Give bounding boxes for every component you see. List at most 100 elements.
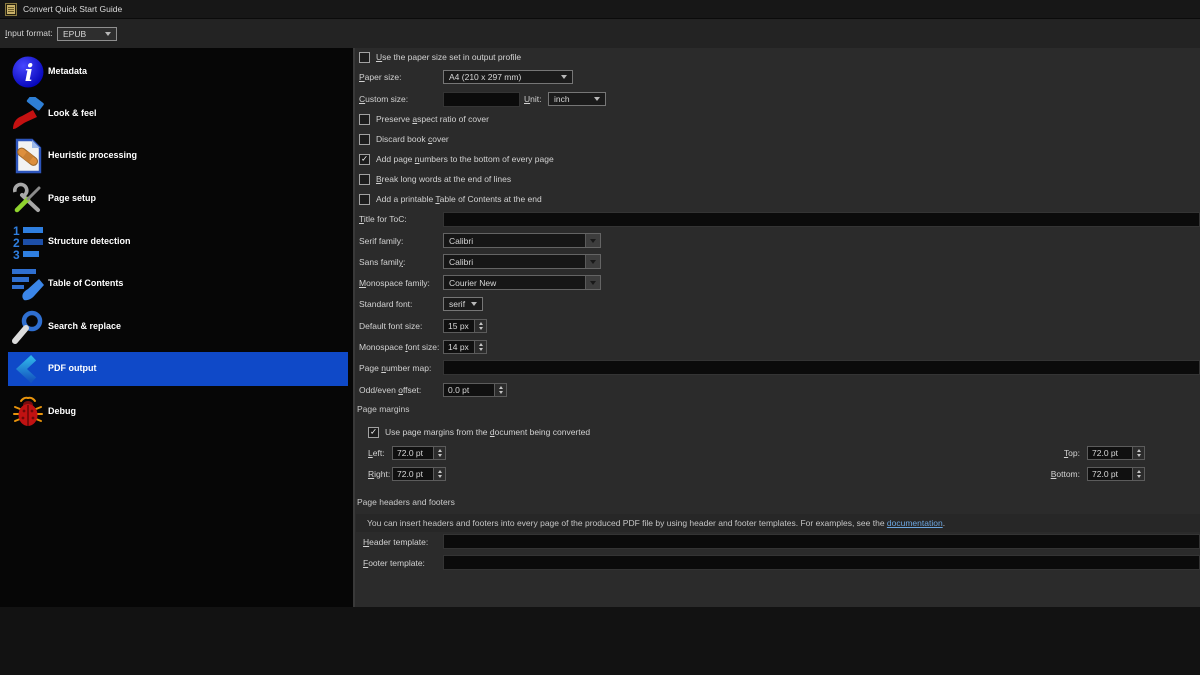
sans-family-dropdown[interactable]: Calibri: [443, 254, 601, 269]
default-font-size-spinner[interactable]: 15 px: [443, 319, 487, 333]
checkbox-label: Break long words at the end of lines: [376, 174, 511, 184]
checkbox-use-document-margins[interactable]: ✓ Use page margins from the document bei…: [368, 425, 590, 439]
sidebar-item-pdf-output[interactable]: PDF output: [8, 352, 348, 386]
monospace-family-value: Courier New: [449, 278, 496, 288]
checkbox-box[interactable]: ✓: [368, 427, 379, 438]
margin-left-label-row: Left:: [368, 446, 385, 460]
margin-top-spinner[interactable]: 72.0 pt: [1087, 446, 1145, 460]
input-format-label: Input format:: [5, 28, 53, 38]
monospace-family-dropdown[interactable]: Courier New: [443, 275, 601, 290]
input-format-value: EPUB: [63, 29, 86, 39]
spin-down-icon: [1137, 475, 1141, 478]
unit-value: inch: [554, 94, 570, 104]
page-number-map-label: Page number map:: [359, 363, 431, 373]
toc-title-label: Title for ToC:: [359, 214, 407, 224]
spin-down-icon: [479, 327, 483, 330]
checkbox-box[interactable]: [359, 174, 370, 185]
sidebar-item-label: Table of Contents: [48, 277, 123, 290]
spin-up-icon: [479, 343, 483, 346]
spin-down-icon: [1137, 454, 1141, 457]
margin-left-value: 72.0 pt: [393, 447, 433, 459]
custom-size-input[interactable]: [443, 92, 520, 107]
input-format-dropdown[interactable]: EPUB: [57, 27, 117, 41]
checkbox-label: Use the paper size set in output profile: [376, 52, 521, 62]
sidebar-item-label: Look & feel: [48, 107, 97, 120]
sidebar-item-search-replace[interactable]: Search & replace: [8, 307, 348, 347]
serif-family-label-row: Serif family:: [359, 234, 403, 248]
chevron-down-icon: [590, 239, 596, 243]
svg-text:i: i: [25, 60, 34, 87]
checkbox-box[interactable]: [359, 134, 370, 145]
default-font-size-label: Default font size:: [359, 321, 422, 331]
sidebar-item-table-of-contents[interactable]: Table of Contents: [8, 264, 348, 304]
checkbox-label: Add a printable Table of Contents at the…: [376, 194, 542, 204]
dropdown-button[interactable]: [585, 255, 600, 268]
margin-left-spinner[interactable]: 72.0 pt: [392, 446, 446, 460]
paper-size-label: Paper size:: [359, 72, 402, 82]
monospace-font-size-label: Monospace font size:: [359, 342, 439, 352]
sidebar-item-structure-detection[interactable]: 123 Structure detection: [8, 222, 348, 262]
checkbox-break-long-words[interactable]: Break long words at the end of lines: [359, 172, 511, 186]
checkbox-preserve-aspect-ratio[interactable]: Preserve aspect ratio of cover: [359, 112, 489, 126]
checkbox-box[interactable]: [359, 194, 370, 205]
sidebar-item-label: Metadata: [48, 65, 87, 78]
margin-right-value: 72.0 pt: [393, 468, 433, 480]
spinner-buttons[interactable]: [1132, 468, 1144, 480]
page-headers-footers-group-label: Page headers and footers: [357, 495, 455, 509]
footer-template-label: Footer template:: [363, 558, 425, 568]
page-number-map-input[interactable]: [443, 360, 1200, 375]
odd-even-offset-label-row: Odd/even offset:: [359, 383, 421, 397]
odd-even-offset-spinner[interactable]: 0.0 pt: [443, 383, 507, 397]
sidebar-item-metadata[interactable]: i Metadata: [8, 52, 348, 92]
spinner-buttons[interactable]: [433, 468, 445, 480]
toc-hand-icon: [8, 267, 48, 301]
svg-text:3: 3: [13, 248, 20, 260]
header-template-input[interactable]: [443, 534, 1200, 549]
toc-title-input[interactable]: [443, 212, 1200, 227]
odd-even-offset-value: 0.0 pt: [444, 384, 494, 396]
sidebar-item-label: Heuristic processing: [48, 149, 137, 162]
chevron-left-icon: [8, 355, 48, 383]
checkbox-box[interactable]: [359, 114, 370, 125]
unit-dropdown[interactable]: inch: [548, 92, 606, 106]
margin-left-label: Left:: [368, 448, 385, 458]
documentation-link[interactable]: documentation: [887, 518, 943, 528]
spinner-buttons[interactable]: [474, 341, 486, 353]
sidebar-item-page-setup[interactable]: Page setup: [8, 179, 348, 219]
margin-bottom-spinner[interactable]: 72.0 pt: [1087, 467, 1145, 481]
sidebar-item-look-and-feel[interactable]: Look & feel: [8, 94, 348, 134]
dropdown-button[interactable]: [585, 276, 600, 289]
paper-size-label-row: Paper size:: [359, 70, 402, 84]
paper-size-dropdown[interactable]: A4 (210 x 297 mm): [443, 70, 573, 84]
monospace-font-size-spinner[interactable]: 14 px: [443, 340, 487, 354]
footer-template-input[interactable]: [443, 555, 1200, 570]
sans-family-label: Sans family:: [359, 257, 405, 267]
unit-label-row: Unit:: [524, 92, 541, 106]
checkbox-printable-toc[interactable]: Add a printable Table of Contents at the…: [359, 192, 542, 206]
spinner-buttons[interactable]: [474, 320, 486, 332]
spinner-buttons[interactable]: [1132, 447, 1144, 459]
margin-right-spinner[interactable]: 72.0 pt: [392, 467, 446, 481]
magnifier-icon: [8, 310, 48, 344]
sidebar-item-debug[interactable]: Debug: [8, 392, 348, 432]
dropdown-button[interactable]: [585, 234, 600, 247]
description-period: .: [943, 518, 945, 528]
sidebar-item-label: PDF output: [48, 362, 97, 375]
checkbox-discard-cover[interactable]: Discard book cover: [359, 132, 449, 146]
serif-family-dropdown[interactable]: Calibri: [443, 233, 601, 248]
serif-family-label: Serif family:: [359, 236, 403, 246]
checkbox-box[interactable]: ✓: [359, 154, 370, 165]
unit-label: Unit:: [524, 94, 541, 104]
margin-bottom-label: Bottom:: [1051, 469, 1080, 479]
paintbrush-icon: [8, 97, 48, 131]
checkbox-add-page-numbers[interactable]: ✓ Add page numbers to the bottom of ever…: [359, 152, 554, 166]
margin-top-value: 72.0 pt: [1088, 447, 1132, 459]
default-font-size-label-row: Default font size:: [359, 319, 422, 333]
checkbox-label: Add page numbers to the bottom of every …: [376, 154, 554, 164]
checkbox-box[interactable]: [359, 52, 370, 63]
sidebar-item-heuristic-processing[interactable]: Heuristic processing: [8, 136, 348, 176]
spinner-buttons[interactable]: [433, 447, 445, 459]
standard-font-dropdown[interactable]: serif: [443, 297, 483, 311]
spinner-buttons[interactable]: [494, 384, 506, 396]
checkbox-use-output-profile-size[interactable]: Use the paper size set in output profile: [359, 50, 521, 64]
